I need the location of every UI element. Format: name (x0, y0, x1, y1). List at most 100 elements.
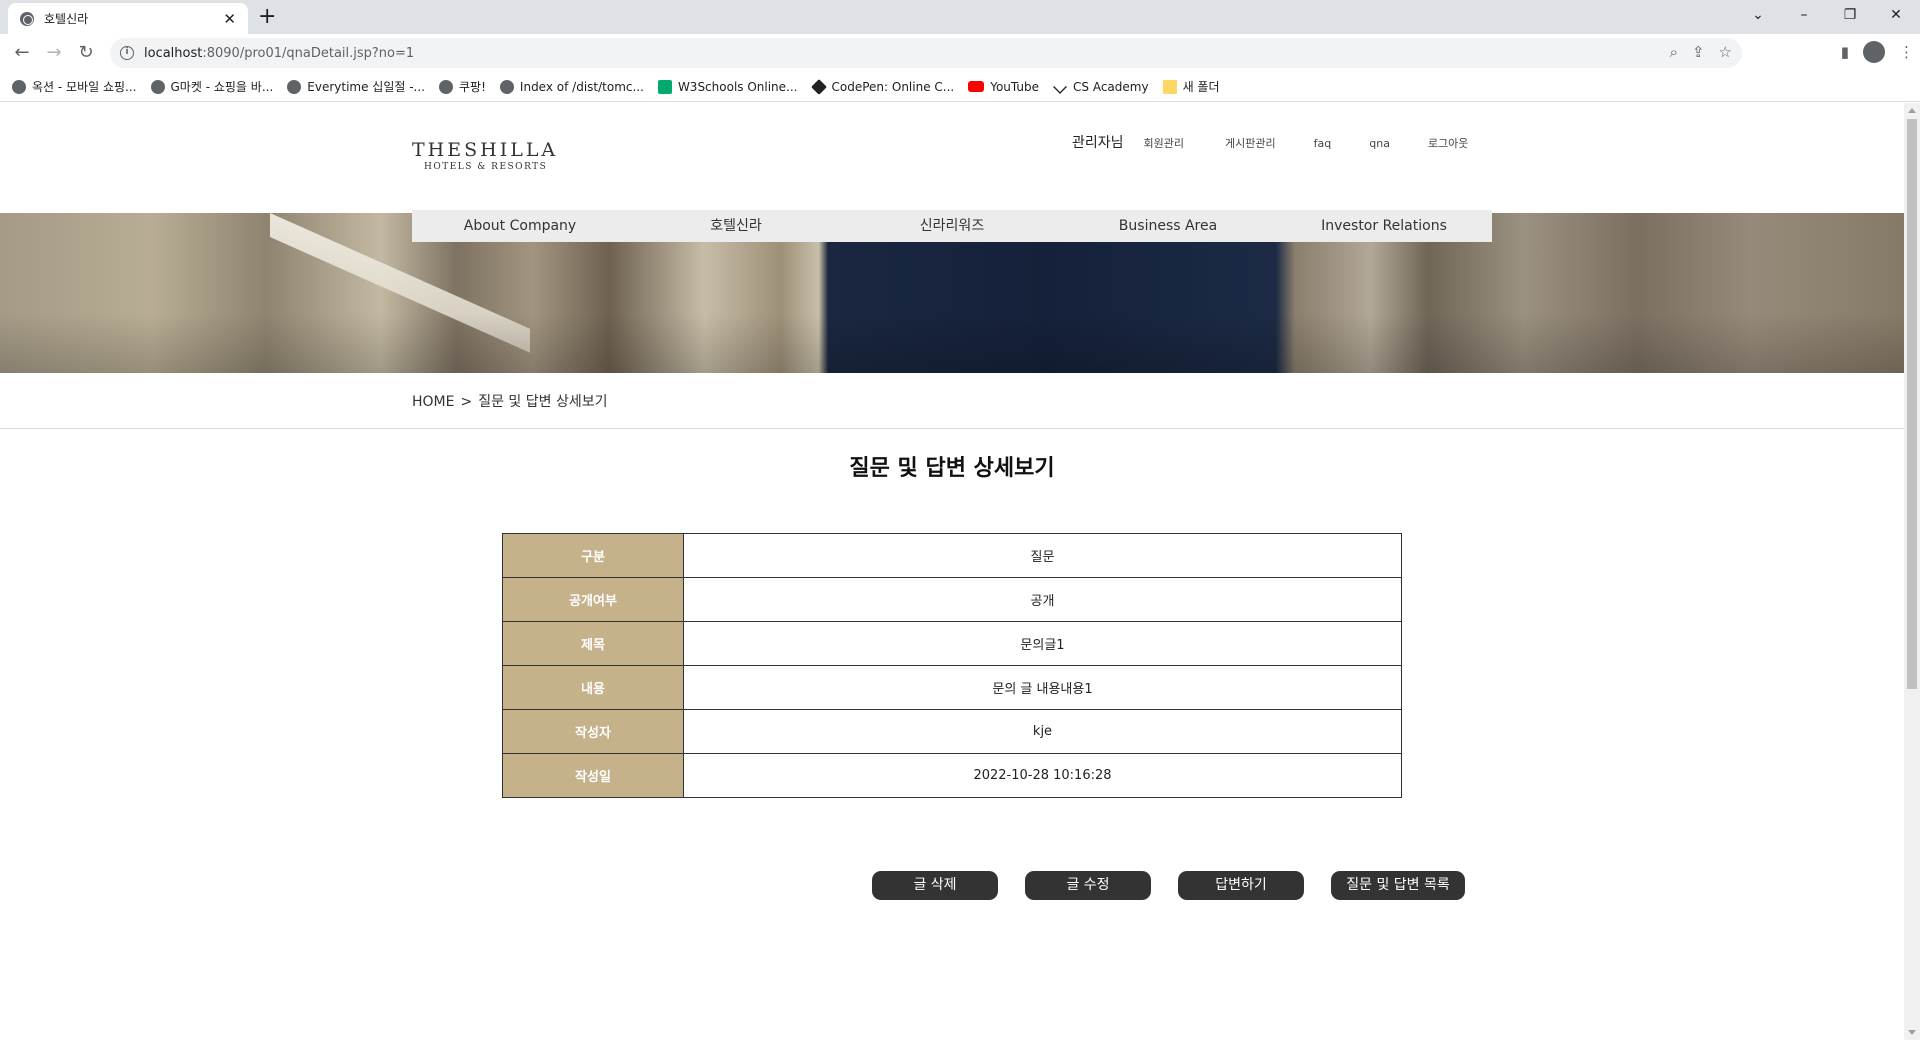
globe-icon (20, 11, 34, 26)
site-info-icon[interactable]: i (120, 46, 134, 60)
nav-hotel-shilla[interactable]: 호텔신라 (628, 210, 844, 242)
shilla-logo[interactable]: THESHILLA HOTELS & RESORTS (412, 139, 559, 172)
util-link-logout[interactable]: 로그아웃 (1428, 135, 1468, 151)
table-row: 내용 문의 글 내용내용1 (502, 665, 1402, 710)
bookmark-w3schools[interactable]: W3Schools Online... (657, 79, 798, 94)
bookmark-tomcat-index[interactable]: Index of /dist/tomc... (499, 79, 644, 94)
bookmark-gmarket[interactable]: G마켓 - 쇼핑을 바... (150, 78, 273, 95)
reply-button[interactable]: 답변하기 (1178, 871, 1304, 900)
row-label: 공개여부 (502, 577, 684, 622)
qna-detail-table: 구분 질문 공개여부 공개 제목 문의글1 내용 문의 글 내용내용1 작성자 … (502, 533, 1402, 798)
page-viewport: THESHILLA HOTELS & RESORTS 관리자님 회원관리 게시판… (0, 103, 1904, 1040)
close-tab-icon[interactable]: ✕ (223, 10, 236, 28)
delete-post-button[interactable]: 글 삭제 (872, 871, 998, 900)
util-link-qna[interactable]: qna (1369, 137, 1390, 150)
w3schools-icon (657, 79, 672, 94)
new-tab-icon[interactable]: + (258, 4, 276, 29)
nav-business-area[interactable]: Business Area (1060, 210, 1276, 242)
bookmarks-bar: 옥션 - 모바일 쇼핑... G마켓 - 쇼핑을 바... Everytime … (0, 72, 1920, 102)
util-link-board-admin[interactable]: 게시판관리 (1225, 135, 1276, 151)
util-link-faq[interactable]: faq (1314, 137, 1332, 150)
side-panel-icon[interactable]: ▮ (1841, 43, 1849, 61)
row-value: 2022-10-28 10:16:28 (683, 753, 1402, 798)
row-label: 제목 (502, 621, 684, 666)
zoom-icon[interactable]: ⌕ (1670, 43, 1678, 61)
bookmark-label: YouTube (990, 79, 1040, 94)
reload-icon[interactable]: ↻ (74, 41, 98, 65)
browser-toolbar: ← → ↻ i localhost:8090/pro01/qnaDetail.j… (0, 34, 1920, 72)
address-bar[interactable]: i localhost:8090/pro01/qnaDetail.jsp?no=… (110, 38, 1742, 68)
bookmark-label: 쿠팡! (459, 80, 486, 94)
row-label: 작성일 (502, 753, 684, 798)
main-navigation: About Company 호텔신라 신라리워즈 Business Area I… (412, 210, 1492, 242)
address-url[interactable]: localhost:8090/pro01/qnaDetail.jsp?no=1 (144, 46, 414, 61)
hero-shade (0, 313, 1904, 373)
row-label: 내용 (502, 665, 684, 710)
scroll-up-icon[interactable] (1908, 108, 1916, 113)
minimize-icon[interactable]: – (1781, 0, 1827, 30)
bookmark-new-folder[interactable]: 새 폴더 (1162, 78, 1220, 95)
nav-investor-relations[interactable]: Investor Relations (1276, 210, 1492, 242)
bookmark-label: CS Academy (1073, 79, 1149, 94)
row-value: 질문 (683, 533, 1402, 578)
breadcrumb-home[interactable]: HOME (412, 394, 454, 410)
logo-subtitle: HOTELS & RESORTS (424, 162, 548, 172)
qna-list-button[interactable]: 질문 및 답변 목록 (1331, 871, 1465, 900)
nav-about-company[interactable]: About Company (412, 210, 628, 242)
close-window-icon[interactable]: ✕ (1873, 0, 1919, 30)
codepen-icon (810, 78, 827, 95)
action-buttons: 글 삭제 글 수정 답변하기 질문 및 답변 목록 (872, 871, 1465, 900)
bookmark-label: Everytime 십일절 -... (307, 80, 426, 94)
globe-icon (439, 79, 454, 94)
restore-icon[interactable]: ❐ (1827, 0, 1873, 30)
bookmark-label: CodePen: Online C... (831, 79, 955, 94)
folder-icon (1162, 79, 1177, 94)
globe-icon (12, 79, 26, 94)
globe-icon (499, 79, 514, 94)
youtube-icon (968, 81, 985, 92)
edit-post-button[interactable]: 글 수정 (1025, 871, 1151, 900)
breadcrumb-divider (0, 428, 1904, 429)
tab-title: 호텔신라 (44, 12, 89, 26)
utility-nav: 관리자님 회원관리 게시판관리 faq qna 로그아웃 (1072, 132, 1468, 152)
browser-tab[interactable]: 호텔신라 ✕ (8, 3, 248, 34)
table-row: 작성일 2022-10-28 10:16:28 (502, 753, 1402, 798)
row-label: 작성자 (502, 709, 684, 754)
bookmark-auction[interactable]: 옥션 - 모바일 쇼핑... (12, 78, 137, 95)
breadcrumb-separator: > (460, 394, 473, 410)
globe-icon (150, 79, 165, 94)
bookmark-codepen[interactable]: CodePen: Online C... (810, 78, 955, 95)
admin-greeting: 관리자님 (1072, 135, 1124, 151)
page-scrollbar[interactable] (1904, 103, 1920, 1040)
profile-avatar-icon[interactable] (1863, 41, 1885, 63)
url-path: :8090/pro01/qnaDetail.jsp?no=1 (202, 45, 415, 61)
page-title: 질문 및 답변 상세보기 (849, 456, 1055, 481)
cs-academy-icon (1053, 79, 1067, 94)
scroll-down-icon[interactable] (1908, 1030, 1916, 1035)
bookmark-label: 새 폴더 (1182, 80, 1220, 94)
bookmark-star-icon[interactable]: ☆ (1719, 43, 1732, 61)
share-icon[interactable]: ⇪ (1692, 43, 1705, 61)
breadcrumb: HOME > 질문 및 답변 상세보기 (412, 391, 608, 411)
window-controls: ⌄ – ❐ ✕ (1735, 0, 1919, 30)
bookmark-label: W3Schools Online... (677, 79, 798, 94)
logo-wordmark: THESHILLA (412, 139, 559, 161)
tab-search-icon[interactable]: ⌄ (1735, 0, 1781, 30)
forward-icon[interactable]: → (42, 41, 66, 65)
bookmark-coupang[interactable]: 쿠팡! (439, 78, 486, 95)
nav-shilla-rewards[interactable]: 신라리워즈 (844, 210, 1060, 242)
row-value: 문의 글 내용내용1 (683, 665, 1402, 710)
util-link-member-admin[interactable]: 회원관리 (1144, 135, 1184, 151)
scrollbar-thumb[interactable] (1907, 119, 1917, 689)
breadcrumb-current: 질문 및 답변 상세보기 (478, 394, 608, 410)
table-row: 공개여부 공개 (502, 577, 1402, 622)
row-value: kje (683, 709, 1402, 754)
menu-kebab-icon[interactable]: ⋮ (1899, 43, 1914, 61)
bookmark-everytime[interactable]: Everytime 십일절 -... (287, 78, 425, 95)
bookmark-youtube[interactable]: YouTube (968, 80, 1039, 94)
back-icon[interactable]: ← (10, 41, 34, 65)
globe-icon (287, 79, 302, 94)
bookmark-cs-academy[interactable]: CS Academy (1053, 80, 1149, 94)
table-row: 구분 질문 (502, 533, 1402, 578)
row-value: 문의글1 (683, 621, 1402, 666)
